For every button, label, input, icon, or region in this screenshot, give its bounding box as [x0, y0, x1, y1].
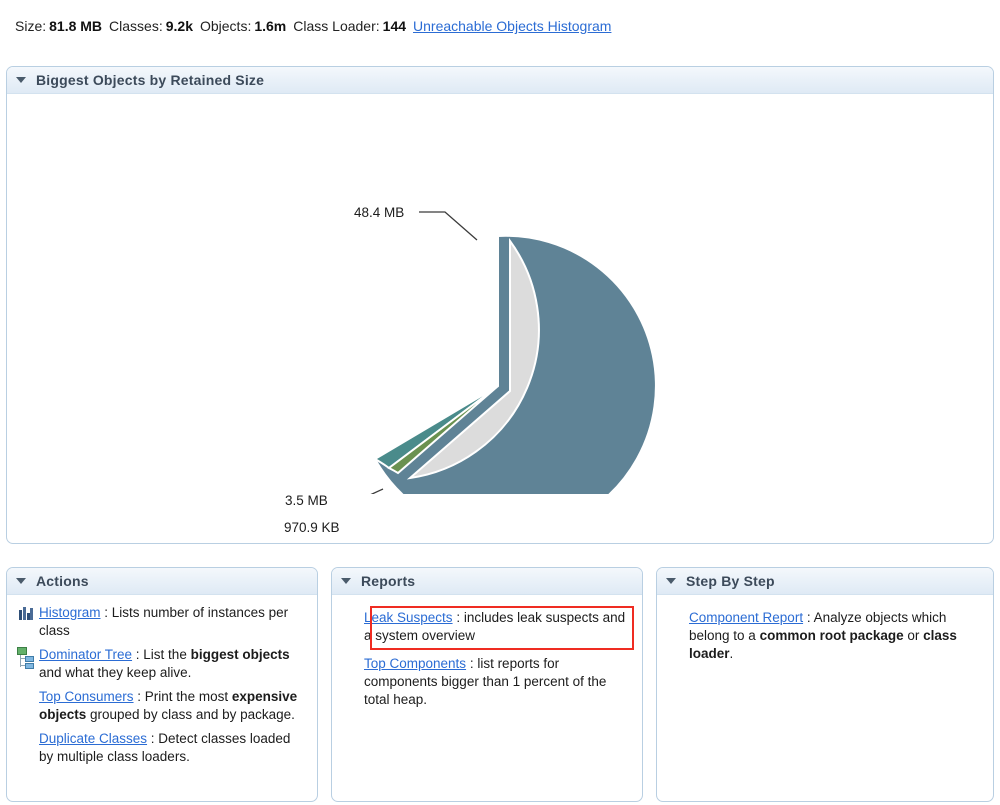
summary-size-label: Size:	[15, 18, 47, 34]
action-histogram[interactable]: Histogram : Lists number of instances pe…	[17, 604, 307, 640]
heap-summary-bar: Size: 81.8 MB Classes: 9.2k Objects: 1.6m C…	[0, 0, 1000, 52]
summary-objects-value: 1.6m	[254, 18, 287, 34]
collapse-arrow-icon[interactable]	[666, 578, 676, 584]
summary-class-loader-label: Class Loader:	[293, 18, 380, 34]
collapse-arrow-icon[interactable]	[341, 578, 351, 584]
pie-label-970kb: 970.9 KB	[284, 520, 340, 535]
action-dominator-tree[interactable]: Dominator Tree : List the biggest object…	[17, 646, 307, 682]
reports-panel: Reports Leak Suspects : includes leak su…	[331, 567, 643, 802]
dominator-tree-icon	[17, 647, 34, 669]
summary-size: Size: 81.8 MB	[15, 18, 102, 34]
step-by-step-panel-body: Component Report : Analyze objects which…	[657, 595, 993, 675]
pie-chart[interactable]: 48.4 MB 29 MB 3.5 MB 970.9 KB Total: 81.…	[7, 94, 993, 543]
dominator-tree-desc-post: and what they keep alive.	[39, 665, 192, 680]
summary-classes-label: Classes:	[109, 18, 163, 34]
step-by-step-panel-title: Step By Step	[686, 573, 775, 589]
summary-class-loader-value: 144	[382, 18, 407, 34]
duplicate-classes-link[interactable]: Duplicate Classes	[39, 731, 147, 746]
leader-line-1	[419, 211, 478, 241]
dominator-tree-link[interactable]: Dominator Tree	[39, 647, 132, 662]
pie-chart-area: 48.4 MB 29 MB 3.5 MB 970.9 KB Total: 81.…	[7, 94, 993, 543]
component-report-desc-post: .	[729, 646, 734, 661]
dominator-tree-desc-pre: : List the	[132, 647, 191, 662]
component-report-mid: or	[903, 628, 924, 643]
summary-size-value: 81.8 MB	[49, 18, 103, 34]
action-top-consumers-text: Top Consumers : Print the most expensive…	[39, 688, 307, 724]
pie-label-3-5mb: 3.5 MB	[285, 493, 328, 508]
step-by-step-panel: Step By Step Component Report : Analyze …	[656, 567, 994, 802]
top-components-link[interactable]: Top Components	[364, 656, 466, 671]
reports-panel-title: Reports	[361, 573, 416, 589]
pie-label-48mb: 48.4 MB	[354, 205, 405, 220]
report-top-components-text: Top Components : list reports for compon…	[364, 655, 632, 709]
biggest-objects-panel: Biggest Objects by Retained Size 48.4 MB…	[6, 66, 994, 544]
summary-classes: Classes: 9.2k	[109, 18, 193, 34]
component-report-bold-1: common root package	[759, 628, 904, 643]
dominator-tree-desc-bold: biggest objects	[190, 647, 290, 662]
action-top-consumers[interactable]: Top Consumers : Print the most expensive…	[17, 688, 307, 724]
action-duplicate-classes-text: Duplicate Classes : Detect classes loade…	[39, 730, 307, 766]
actions-panel-title: Actions	[36, 573, 89, 589]
report-leak-suspects-text: Leak Suspects : includes leak suspects a…	[364, 609, 632, 645]
summary-objects: Objects: 1.6m	[200, 18, 286, 34]
leader-line-3	[325, 488, 384, 501]
reports-panel-body: Leak Suspects : includes leak suspects a…	[332, 595, 642, 721]
collapse-arrow-icon[interactable]	[16, 578, 26, 584]
actions-panel-header[interactable]: Actions	[7, 568, 317, 595]
actions-panel-body: Histogram : Lists number of instances pe…	[7, 595, 317, 778]
report-leak-suspects[interactable]: Leak Suspects : includes leak suspects a…	[342, 609, 632, 645]
top-consumers-link[interactable]: Top Consumers	[39, 689, 134, 704]
reports-panel-header[interactable]: Reports	[332, 568, 642, 595]
summary-class-loader: Class Loader: 144	[293, 18, 406, 34]
component-report-link[interactable]: Component Report	[689, 610, 803, 625]
action-dominator-tree-text: Dominator Tree : List the biggest object…	[39, 646, 307, 682]
step-component-report[interactable]: Component Report : Analyze objects which…	[667, 609, 983, 663]
collapse-arrow-icon[interactable]	[16, 77, 26, 83]
biggest-objects-panel-header[interactable]: Biggest Objects by Retained Size	[7, 67, 993, 94]
action-histogram-text: Histogram : Lists number of instances pe…	[39, 604, 307, 640]
summary-objects-label: Objects:	[199, 18, 252, 34]
histogram-icon	[17, 605, 34, 622]
actions-panel: Actions Histogram : Lists number of inst…	[6, 567, 318, 802]
top-consumers-desc-pre: : Print the most	[133, 689, 232, 704]
summary-classes-value: 9.2k	[165, 18, 193, 34]
step-component-report-text: Component Report : Analyze objects which…	[689, 609, 983, 663]
top-consumers-desc-post: grouped by class and by package.	[86, 707, 295, 722]
step-by-step-panel-header[interactable]: Step By Step	[657, 568, 993, 595]
pie-label-29mb: 29 MB	[619, 542, 658, 543]
action-duplicate-classes[interactable]: Duplicate Classes : Detect classes loade…	[17, 730, 307, 766]
leak-suspects-link[interactable]: Leak Suspects	[364, 610, 453, 625]
histogram-link[interactable]: Histogram	[39, 605, 101, 620]
report-top-components[interactable]: Top Components : list reports for compon…	[342, 655, 632, 709]
biggest-objects-panel-title: Biggest Objects by Retained Size	[36, 72, 265, 88]
unreachable-objects-histogram-link[interactable]: Unreachable Objects Histogram	[413, 18, 611, 34]
pie-chart-svg	[325, 211, 657, 543]
